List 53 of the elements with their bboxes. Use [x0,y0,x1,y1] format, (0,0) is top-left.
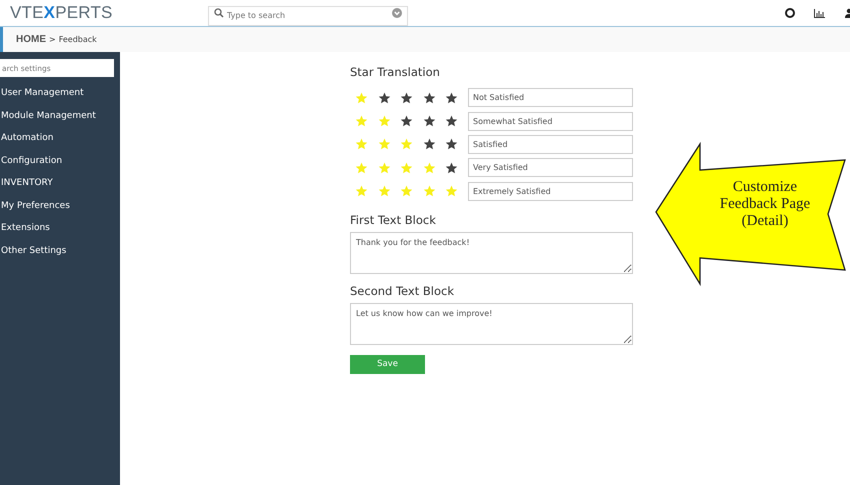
star-icon [355,138,368,150]
callout-text: Customize Feedback Page (Detail) [718,179,812,230]
star-icon [355,185,368,198]
input-field[interactable]: Somewhat Satisfied [468,112,633,131]
sidebar-item[interactable]: Extensions [0,217,120,240]
breadcrumb-home[interactable]: HOME [16,34,46,45]
search-field[interactable]: Type to search [208,6,408,26]
star-icon [422,115,436,128]
star-icon [445,162,458,174]
star-icon [422,162,436,174]
user-icon[interactable] [844,8,850,18]
star-icon [378,115,390,128]
breadcrumb-current: Feedback [58,35,97,44]
sidebar-item[interactable]: My Preferences [0,194,120,217]
sidebar-item[interactable]: Other Settings [0,240,120,262]
star-icon [422,92,436,104]
star-icon [378,162,390,174]
input-field[interactable]: Not Satisfied [468,88,633,108]
breadcrumb-separator: > [49,35,56,44]
section-title: Star Translation [350,65,441,79]
sidebar-item[interactable]: INVENTORY [0,172,120,194]
star-icon [400,92,413,104]
sidebar-item[interactable]: Module Management [0,104,120,127]
sidebar-item[interactable]: User Management [0,82,120,104]
text-area[interactable]: Let us know how can we improve! [350,302,633,345]
star-icon [400,185,413,198]
star-icon [355,92,368,104]
logo: VTEXPERTS [10,3,114,23]
star-icon [378,185,390,198]
section-title: Second Text Block [350,284,455,298]
sidebar-item[interactable]: Configuration [0,150,120,172]
star-icon [445,138,458,150]
star-icon [445,115,458,128]
star-icon [445,185,458,198]
input-field[interactable]: Satisfied [468,134,633,154]
star-icon [378,92,390,104]
star-icon [355,115,368,128]
input-field[interactable]: Extremely Satisfied [468,182,633,201]
input-field[interactable]: Very Satisfied [468,158,633,178]
star-icon [422,138,436,150]
star-icon [378,138,390,150]
text-area[interactable]: Thank you for the feedback! [350,232,633,274]
star-icon [355,162,368,174]
star-icon [400,162,413,174]
star-icon [445,92,458,104]
dropdown-icon[interactable] [392,8,402,18]
star-icon [400,115,413,128]
chart-icon[interactable] [814,8,825,18]
star-icon [422,185,436,198]
search-icon [214,8,224,18]
sidebar-item[interactable]: Automation [0,127,120,150]
section-title: First Text Block [350,212,437,227]
star-icon [400,138,413,150]
